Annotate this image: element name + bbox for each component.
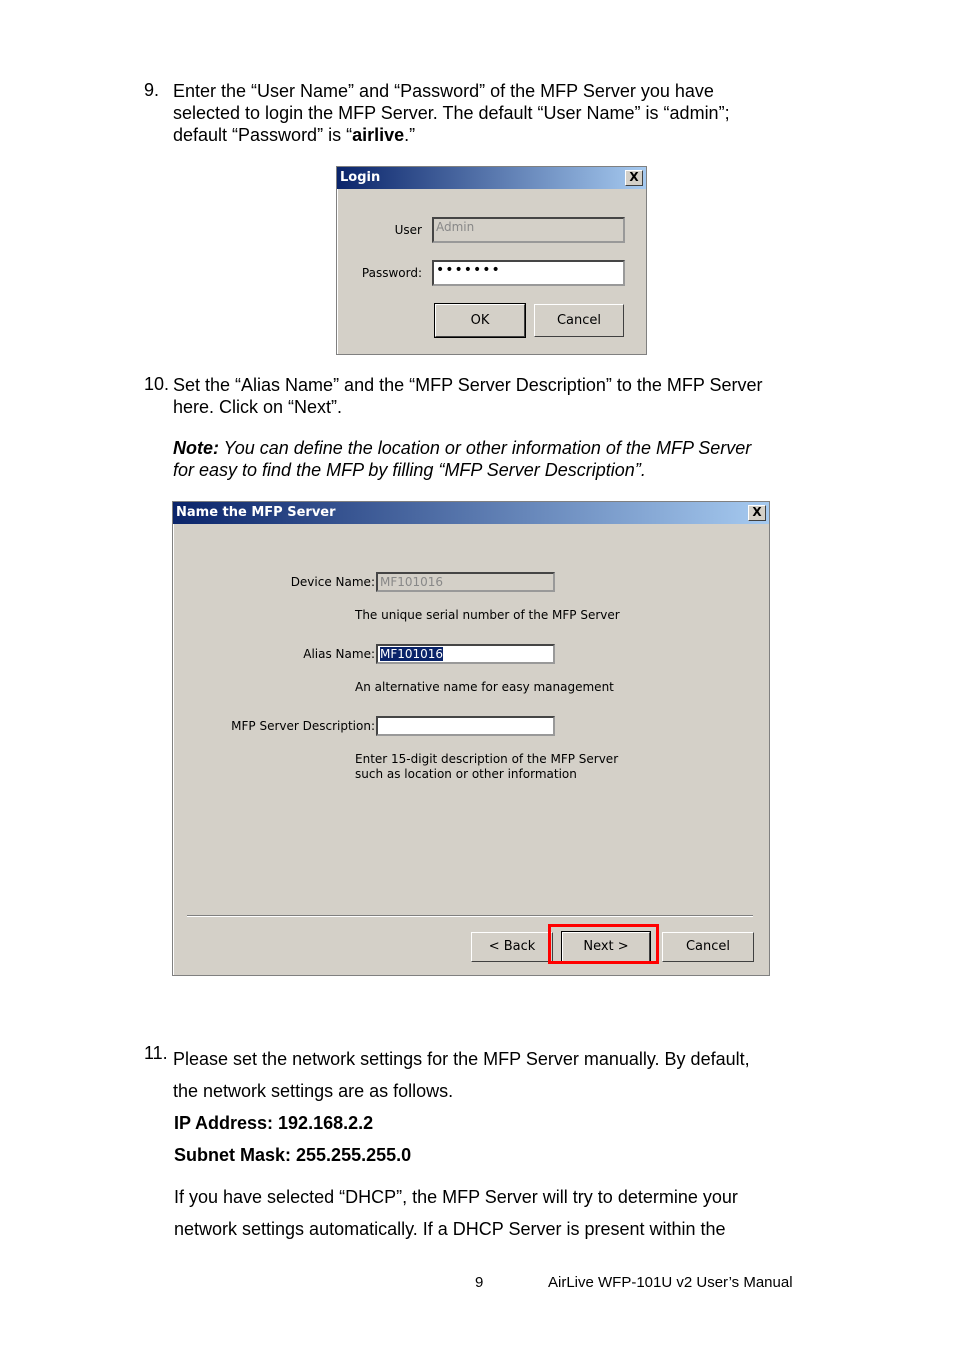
dialog-title: Login (340, 170, 381, 185)
dialog-title-bar: Name the MFP Server X (173, 502, 769, 524)
name-server-dialog: Name the MFP Server X Device Name: MF1010… (172, 501, 770, 976)
divider (187, 915, 753, 917)
note-line: for easy to find the MFP by filling “MFP… (173, 460, 646, 480)
device-name-hint: The unique serial number of the MFP Serv… (355, 608, 620, 622)
description-label: MFP Server Description: (231, 719, 375, 733)
alias-name-hint: An alternative name for easy management (355, 680, 614, 694)
description-input[interactable] (376, 716, 555, 736)
text-line: Please set the network settings for the … (173, 1049, 750, 1069)
close-icon[interactable]: X (748, 505, 766, 521)
note: Note: You can define the location or oth… (173, 438, 752, 458)
text-line: network settings automatically. If a DHC… (174, 1219, 726, 1239)
cancel-button[interactable]: Cancel (534, 304, 624, 337)
highlight-box (548, 924, 659, 964)
step-number: 10. (144, 374, 170, 394)
ip-address: IP Address: 192.168.2.2 (174, 1113, 374, 1133)
close-icon[interactable]: X (625, 170, 643, 186)
user-label: User (394, 223, 422, 237)
alias-name-input[interactable]: MF101016 (376, 644, 555, 664)
selected-text: MF101016 (380, 647, 444, 661)
cancel-button[interactable]: Cancel (662, 932, 754, 962)
text-line: If you have selected “DHCP”, the MFP Ser… (174, 1187, 738, 1207)
user-input[interactable]: Admin (432, 217, 625, 243)
text-line: Enter the “User Name” and “Password” of … (173, 81, 714, 101)
description-hint: Enter 15-digit description of the MFP Se… (355, 752, 619, 781)
step11-text: Please set the network settings for the … (173, 1043, 750, 1245)
dialog-title-bar: Login X (337, 167, 646, 189)
manual-title: AirLive WFP-101U v2 User’s Manual (548, 1274, 793, 1291)
text-line: the network settings are as follows. (173, 1081, 454, 1101)
text-line: default “Password” is “airlive.” (173, 125, 416, 145)
device-name-input[interactable]: MF101016 (376, 572, 555, 592)
ok-button[interactable]: OK (434, 303, 526, 338)
manual-page: 9. Enter the “User Name” and “Password” … (0, 0, 954, 1350)
password-label: Password: (361, 266, 422, 280)
password-input[interactable]: ••••••• (432, 260, 625, 286)
dialog-title: Name the MFP Server (176, 505, 336, 520)
text-line: here. Click on “Next”. (173, 397, 343, 417)
step9-text: Enter the “User Name” and “Password” of … (173, 80, 730, 146)
alias-name-label: Alias Name: (303, 647, 375, 661)
login-dialog: Login X User Admin Password: ••••••• OK C… (336, 166, 647, 355)
step10-text: Set the “Alias Name” and the “MFP Server… (173, 374, 763, 481)
subnet-mask: Subnet Mask: 255.255.255.0 (174, 1145, 412, 1165)
text-line: selected to login the MFP Server. The de… (173, 103, 730, 123)
device-name-label: Device Name: (290, 575, 375, 589)
text-line: Set the “Alias Name” and the “MFP Server… (173, 375, 763, 395)
page-number: 9 (475, 1274, 484, 1291)
step-number: 11. (144, 1043, 168, 1063)
back-button[interactable]: < Back (471, 932, 553, 962)
step-number: 9. (144, 80, 160, 100)
